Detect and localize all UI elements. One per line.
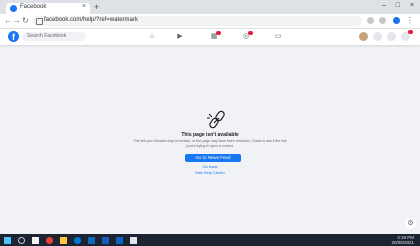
word-icon[interactable] bbox=[102, 237, 109, 244]
go-back-link[interactable]: Go back bbox=[110, 164, 310, 169]
tab-strip: Facebook × + – □ × bbox=[0, 0, 420, 14]
edge-icon[interactable] bbox=[74, 237, 81, 244]
help-center-link[interactable]: Visit Help Center bbox=[110, 170, 310, 175]
notifications-icon[interactable] bbox=[401, 30, 413, 41]
page-title: This page isn't available bbox=[181, 132, 239, 138]
search-placeholder: Search Facebook bbox=[27, 33, 67, 39]
go-to-news-feed-button[interactable]: Go to News Feed bbox=[185, 154, 241, 162]
browser-window: Facebook × + – □ × ← → ↻ facebook.com/he… bbox=[0, 0, 420, 246]
menu-dots-icon[interactable]: ⋮ bbox=[406, 16, 414, 25]
windows-start-icon[interactable] bbox=[4, 237, 11, 244]
notification-badge bbox=[216, 31, 221, 35]
search-icon[interactable] bbox=[18, 237, 25, 244]
page-description: The link you followed may be broken, or … bbox=[133, 139, 287, 148]
close-window-icon[interactable]: × bbox=[410, 2, 414, 9]
close-tab-icon[interactable]: × bbox=[82, 3, 86, 10]
chrome-icon[interactable] bbox=[46, 237, 53, 244]
facebook-favicon-icon bbox=[10, 5, 17, 12]
reload-icon[interactable]: ↻ bbox=[22, 16, 29, 25]
outlook-icon[interactable] bbox=[116, 237, 123, 244]
minimize-icon[interactable]: – bbox=[382, 2, 386, 9]
forward-arrow-icon[interactable]: → bbox=[13, 16, 21, 25]
broken-link-icon bbox=[207, 110, 225, 129]
facebook-search-input[interactable]: Search Facebook bbox=[22, 32, 86, 41]
facebook-logo-icon[interactable]: f bbox=[8, 31, 19, 42]
task-view-icon[interactable] bbox=[32, 237, 39, 244]
back-arrow-icon[interactable]: ← bbox=[4, 16, 12, 25]
lock-icon bbox=[36, 18, 43, 25]
watch-icon[interactable]: ▶ bbox=[176, 33, 184, 41]
menu-grid-icon[interactable] bbox=[373, 32, 382, 41]
system-clock[interactable]: 3:19 PM 20/05/2021 bbox=[391, 235, 414, 245]
address-bar[interactable]: facebook.com/help/?ref=watermark bbox=[32, 16, 362, 26]
tab-facebook[interactable]: Facebook × bbox=[6, 3, 90, 14]
maximize-icon[interactable]: □ bbox=[396, 2, 400, 9]
address-url: facebook.com/help/?ref=watermark bbox=[44, 17, 138, 23]
notification-badge bbox=[248, 31, 253, 35]
browser-toolbar: ← → ↻ facebook.com/help/?ref=watermark ⋮ bbox=[0, 14, 420, 29]
home-icon[interactable]: ⌂ bbox=[148, 33, 156, 41]
profile-avatar-icon[interactable] bbox=[393, 17, 400, 24]
tab-title: Facebook bbox=[20, 4, 47, 10]
marketplace-icon[interactable]: ▦ bbox=[210, 31, 221, 41]
store-icon[interactable] bbox=[88, 237, 95, 244]
groups-icon[interactable]: ◎ bbox=[242, 31, 253, 41]
clock-date: 20/05/2021 bbox=[391, 240, 414, 245]
gaming-icon[interactable]: ▭ bbox=[274, 33, 282, 41]
settings-gear-icon[interactable]: ⚙ bbox=[405, 218, 416, 229]
messenger-icon[interactable] bbox=[387, 32, 396, 41]
taskbar: 3:19 PM 20/05/2021 bbox=[0, 234, 420, 246]
file-explorer-icon[interactable] bbox=[60, 237, 67, 244]
app-icon[interactable] bbox=[130, 237, 137, 244]
facebook-header: f Search Facebook ⌂ ▶ ▦ ◎ ▭ bbox=[0, 29, 420, 45]
new-tab-icon[interactable]: + bbox=[94, 2, 99, 12]
star-icon[interactable] bbox=[379, 17, 386, 24]
user-avatar-icon[interactable] bbox=[359, 32, 368, 41]
extension-icon[interactable] bbox=[367, 17, 374, 24]
notification-badge bbox=[408, 30, 413, 34]
